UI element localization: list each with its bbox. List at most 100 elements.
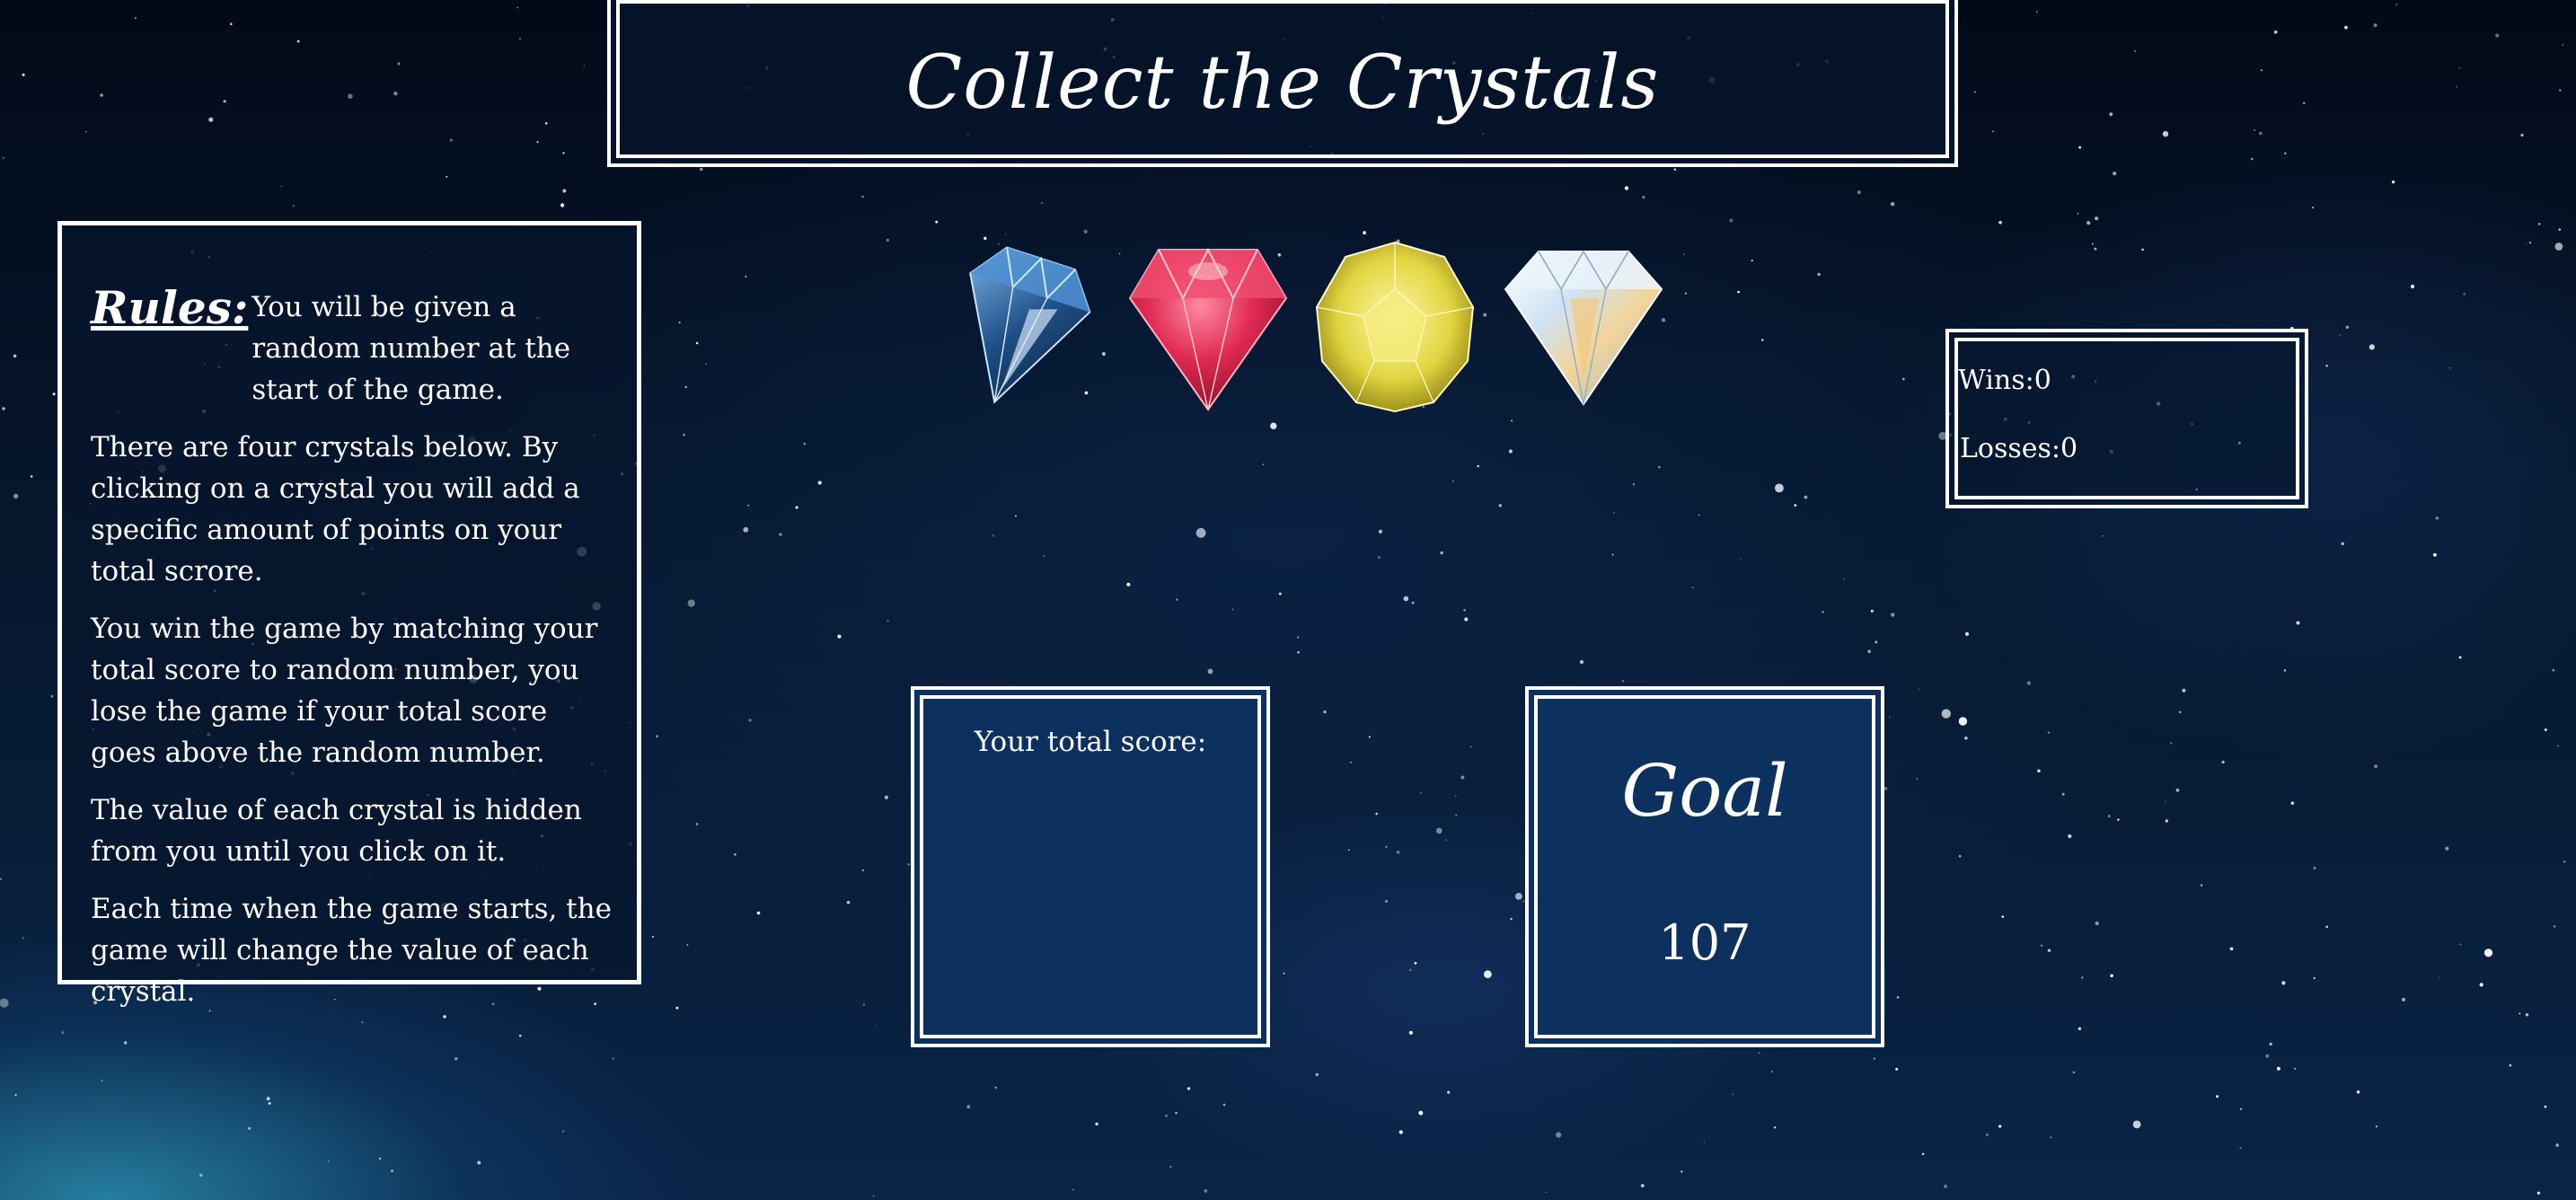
- star: [1986, 1134, 1989, 1136]
- star: [1231, 608, 1233, 611]
- white-crystal-button[interactable]: [1498, 235, 1669, 415]
- star: [2410, 284, 2415, 289]
- score-panel: Your total score:: [911, 686, 1270, 1047]
- star: [348, 93, 353, 99]
- star: [734, 853, 737, 856]
- star: [1737, 290, 1740, 294]
- star: [2552, 668, 2555, 672]
- star: [2201, 884, 2203, 887]
- star: [14, 1093, 17, 1096]
- star: [2265, 1054, 2270, 1058]
- star: [2170, 742, 2173, 745]
- blue-crystal-button[interactable]: [934, 235, 1105, 415]
- star: [477, 1160, 481, 1165]
- star: [1454, 795, 1457, 798]
- star: [2303, 101, 2306, 104]
- yellow-crystal-button[interactable]: [1310, 235, 1480, 415]
- star: [2117, 818, 2120, 821]
- star: [1222, 1103, 1226, 1107]
- star: [2281, 981, 2286, 985]
- star: [1420, 792, 1422, 794]
- star: [562, 189, 567, 193]
- star: [687, 599, 695, 607]
- star: [2555, 1143, 2559, 1147]
- star: [2325, 925, 2329, 929]
- star: [2095, 921, 2099, 926]
- star: [223, 100, 226, 103]
- star: [1822, 611, 1824, 613]
- star: [1498, 504, 1503, 507]
- star: [1408, 968, 1412, 972]
- star: [327, 1160, 330, 1162]
- star: [651, 935, 654, 938]
- star: [1484, 970, 1492, 979]
- star: [1556, 1132, 1562, 1138]
- star: [1740, 558, 1742, 560]
- star: [2559, 89, 2562, 92]
- star: [884, 795, 889, 799]
- star: [2369, 344, 2375, 350]
- star: [2081, 976, 2084, 979]
- star: [1974, 91, 1976, 93]
- rules-header: Rules: You will be given a random number…: [91, 281, 612, 410]
- star: [2047, 731, 2051, 734]
- star: [1870, 609, 1874, 613]
- rule-paragraph-4: The value of each crystal is hidden from…: [91, 794, 582, 868]
- star: [2260, 69, 2263, 72]
- star: [52, 393, 56, 396]
- star: [1642, 195, 1645, 199]
- star: [1044, 555, 1045, 557]
- star: [1377, 556, 1381, 559]
- star: [1579, 659, 1584, 665]
- star: [2479, 983, 2483, 987]
- star: [2037, 769, 2041, 772]
- star: [1896, 996, 1900, 999]
- star: [675, 1006, 679, 1010]
- star: [1041, 202, 1043, 204]
- star: [2558, 228, 2562, 231]
- star: [2165, 800, 2166, 802]
- star: [2341, 542, 2344, 546]
- star: [2313, 976, 2316, 980]
- star: [2001, 915, 2005, 918]
- star: [1817, 272, 1821, 277]
- star: [1445, 839, 1447, 841]
- star: [1297, 651, 1300, 654]
- star: [1857, 190, 1861, 195]
- wins-value: 0: [2033, 365, 2051, 396]
- star: [2094, 247, 2097, 251]
- star: [361, 1021, 364, 1024]
- star: [872, 1195, 875, 1196]
- star: [13, 354, 17, 358]
- star: [1612, 512, 1615, 514]
- star: [50, 694, 54, 698]
- star: [391, 1169, 393, 1172]
- star: [1315, 1072, 1319, 1077]
- star: [861, 195, 865, 199]
- star: [449, 138, 453, 142]
- star: [748, 719, 752, 722]
- star: [1015, 515, 1017, 517]
- star: [1895, 1067, 1899, 1071]
- star: [2068, 834, 2072, 839]
- star: [266, 1097, 270, 1101]
- star: [2276, 1066, 2280, 1071]
- red-crystal-button[interactable]: [1123, 235, 1293, 415]
- star: [519, 1034, 522, 1037]
- star: [208, 117, 214, 122]
- star: [544, 122, 548, 125]
- star: [2229, 947, 2234, 951]
- star: [1632, 482, 1636, 486]
- star: [1385, 900, 1388, 903]
- star: [1165, 1114, 1168, 1117]
- star: [124, 1041, 128, 1045]
- star: [756, 911, 761, 915]
- star: [2036, 11, 2038, 13]
- star: [2495, 33, 2500, 38]
- rule-paragraph-5: Each time when the game starts, the game…: [91, 893, 612, 1008]
- star: [379, 1157, 382, 1160]
- star: [1875, 640, 1878, 644]
- star: [2092, 243, 2094, 245]
- star: [1771, 1071, 1773, 1072]
- star: [22, 73, 25, 76]
